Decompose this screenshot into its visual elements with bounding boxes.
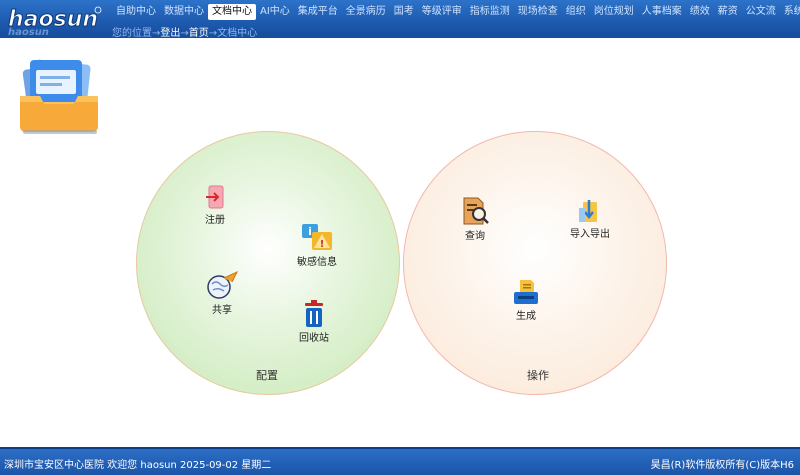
home-link[interactable]: 首页 [189, 28, 209, 39]
generate-tool[interactable]: 生成 [510, 278, 542, 322]
breadcrumb-separator: → [208, 28, 218, 39]
recycle-bin-tool[interactable]: 回收站 [296, 300, 332, 344]
query-icon [463, 197, 489, 225]
nav-item[interactable]: 文档中心 [208, 3, 256, 20]
breadcrumb: 您的位置→登出→首页→文档中心 [112, 24, 257, 39]
operations-label: 操作 [527, 369, 549, 382]
nav-item[interactable]: 国考 [390, 4, 418, 20]
top-header: haosun haosun 自助中心 数据中心 文档中心 AI中心 集成平台 全景病历 国考… [0, 0, 800, 39]
footer-copyright: 昊昌(R)软件版权所有(C)版本H6 [650, 460, 794, 471]
breadcrumb-current: 文档中心 [217, 28, 258, 39]
nav-item[interactable]: 薪资 [714, 4, 742, 20]
generate-icon [514, 280, 538, 304]
query-label: 查询 [465, 231, 485, 242]
config-label: 配置 [256, 369, 278, 382]
sensitive-info-label: 敏感信息 [297, 257, 337, 268]
nav-item[interactable]: 全景病历 [342, 4, 390, 20]
nav-item[interactable]: 等级评审 [418, 4, 466, 20]
svg-text:i: i [308, 225, 312, 238]
document-folder-icon [20, 59, 98, 134]
main-nav: 自助中心 数据中心 文档中心 AI中心 集成平台 全景病历 国考 等级评审 指标监测 现场检查 组织… [112, 3, 800, 20]
nav-item[interactable]: 绩效 [686, 4, 714, 20]
nav-item[interactable]: 岗位规划 [590, 4, 638, 20]
register-label: 注册 [205, 215, 225, 226]
svg-text:!: ! [320, 239, 325, 250]
nav-item[interactable]: 公文流 [742, 4, 780, 20]
breadcrumb-prefix: 您的位置→ [112, 28, 161, 39]
register-icon [206, 185, 224, 209]
generate-label: 生成 [516, 311, 536, 322]
share-label: 共享 [212, 305, 232, 316]
nav-item[interactable]: 自助中心 [112, 4, 160, 20]
nav-item[interactable]: 集成平台 [294, 4, 342, 20]
query-tool[interactable]: 查询 [458, 196, 492, 242]
nav-item[interactable]: 人事档案 [638, 4, 686, 20]
import-export-tool[interactable]: 导入导出 [566, 198, 614, 240]
nav-item[interactable]: 指标监测 [466, 4, 514, 20]
operations-panel [403, 131, 667, 395]
nav-item[interactable]: 系统 [780, 4, 800, 20]
nav-item[interactable]: 现场检查 [514, 4, 562, 20]
config-panel [136, 131, 400, 395]
recycle-bin-icon [305, 300, 323, 327]
import-export-icon [579, 200, 597, 222]
nav-item[interactable]: AI中心 [256, 4, 294, 20]
sensitive-info-icon: i ! [302, 224, 332, 250]
share-tool[interactable]: 共享 [202, 268, 242, 316]
import-export-label: 导入导出 [570, 229, 610, 240]
sensitive-info-tool[interactable]: i ! 敏感信息 [292, 222, 342, 268]
breadcrumb-separator: → [180, 28, 189, 39]
haosun-logo[interactable]: haosun haosun [6, 2, 106, 36]
nav-item[interactable]: 组织 [562, 4, 590, 20]
footer-welcome: 深圳市宝安区中心医院 欢迎您 haosun 2025-09-02 星期二 [4, 460, 272, 471]
svg-text:haosun: haosun [8, 27, 49, 36]
recycle-bin-label: 回收站 [299, 333, 329, 344]
nav-item[interactable]: 数据中心 [160, 4, 208, 20]
share-icon [207, 270, 239, 299]
status-footer: 深圳市宝安区中心医院 欢迎您 haosun 2025-09-02 星期二 昊昌(… [0, 447, 800, 475]
register-tool[interactable]: 注册 [198, 184, 232, 226]
logout-link[interactable]: 登出 [160, 28, 180, 39]
